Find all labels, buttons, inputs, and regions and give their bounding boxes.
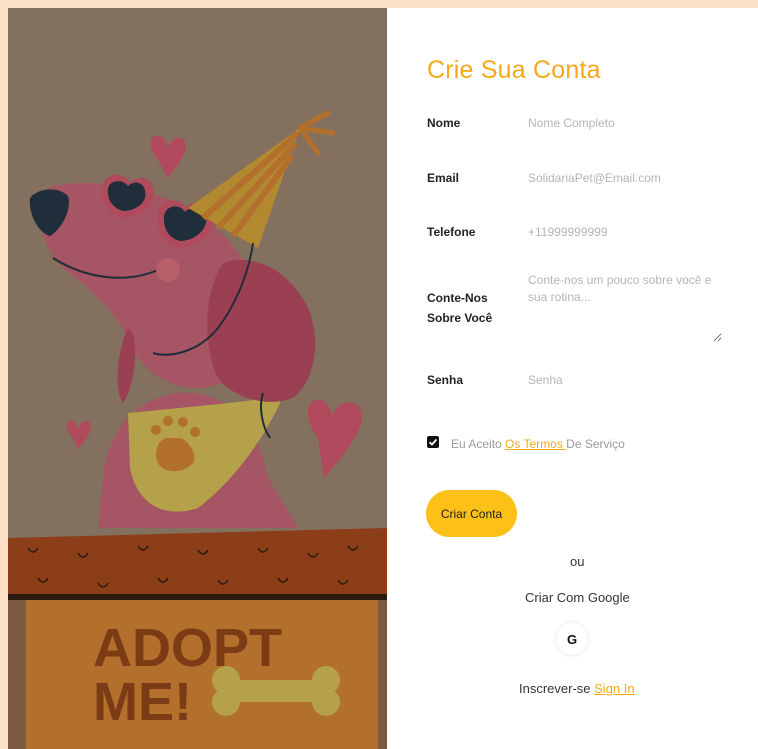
password-input[interactable] bbox=[528, 373, 728, 387]
signup-form: Crie Sua Conta Nome Email Telefone Conte… bbox=[387, 8, 758, 749]
about-label-line2: Sobre Você bbox=[427, 311, 493, 325]
about-label-line1: Conte-Nos bbox=[427, 291, 488, 305]
google-signup-text: Criar Com Google bbox=[525, 590, 630, 605]
email-label: Email bbox=[427, 171, 460, 185]
name-input[interactable] bbox=[528, 116, 728, 130]
name-label: Nome bbox=[427, 116, 461, 130]
sign-line-2: ME! bbox=[93, 672, 192, 732]
adopt-illustration: ADOPT ME! bbox=[8, 8, 387, 749]
separator-text: ou bbox=[570, 554, 585, 569]
signin-text: Inscrever-se Sign In bbox=[519, 681, 635, 696]
terms-suffix: De Serviço bbox=[566, 437, 625, 451]
google-icon[interactable]: G bbox=[556, 623, 588, 655]
terms-prefix: Eu Aceito bbox=[451, 437, 506, 451]
password-label: Senha bbox=[427, 373, 464, 387]
phone-input[interactable] bbox=[528, 225, 728, 239]
about-textarea[interactable] bbox=[528, 272, 722, 342]
page-title: Crie Sua Conta bbox=[427, 56, 601, 84]
create-account-button[interactable]: Criar Conta bbox=[426, 490, 517, 537]
terms-link[interactable]: Os Termos bbox=[505, 437, 566, 451]
sign-line-1: ADOPT bbox=[93, 618, 282, 678]
dog-illustration-svg: ADOPT ME! bbox=[8, 8, 387, 749]
about-label: Conte-Nos Sobre Você bbox=[427, 288, 492, 328]
signup-page: ADOPT ME! Crie Sua Conta Nome Email Tele… bbox=[8, 8, 758, 749]
terms-text: Eu Aceito Os Termos De Serviço bbox=[451, 437, 625, 451]
signin-link[interactable]: Sign In bbox=[594, 681, 634, 696]
email-input[interactable] bbox=[528, 171, 728, 185]
signin-prefix: Inscrever-se bbox=[519, 681, 595, 696]
phone-label: Telefone bbox=[427, 225, 476, 239]
check-icon bbox=[428, 438, 438, 446]
terms-checkbox[interactable] bbox=[427, 436, 439, 448]
